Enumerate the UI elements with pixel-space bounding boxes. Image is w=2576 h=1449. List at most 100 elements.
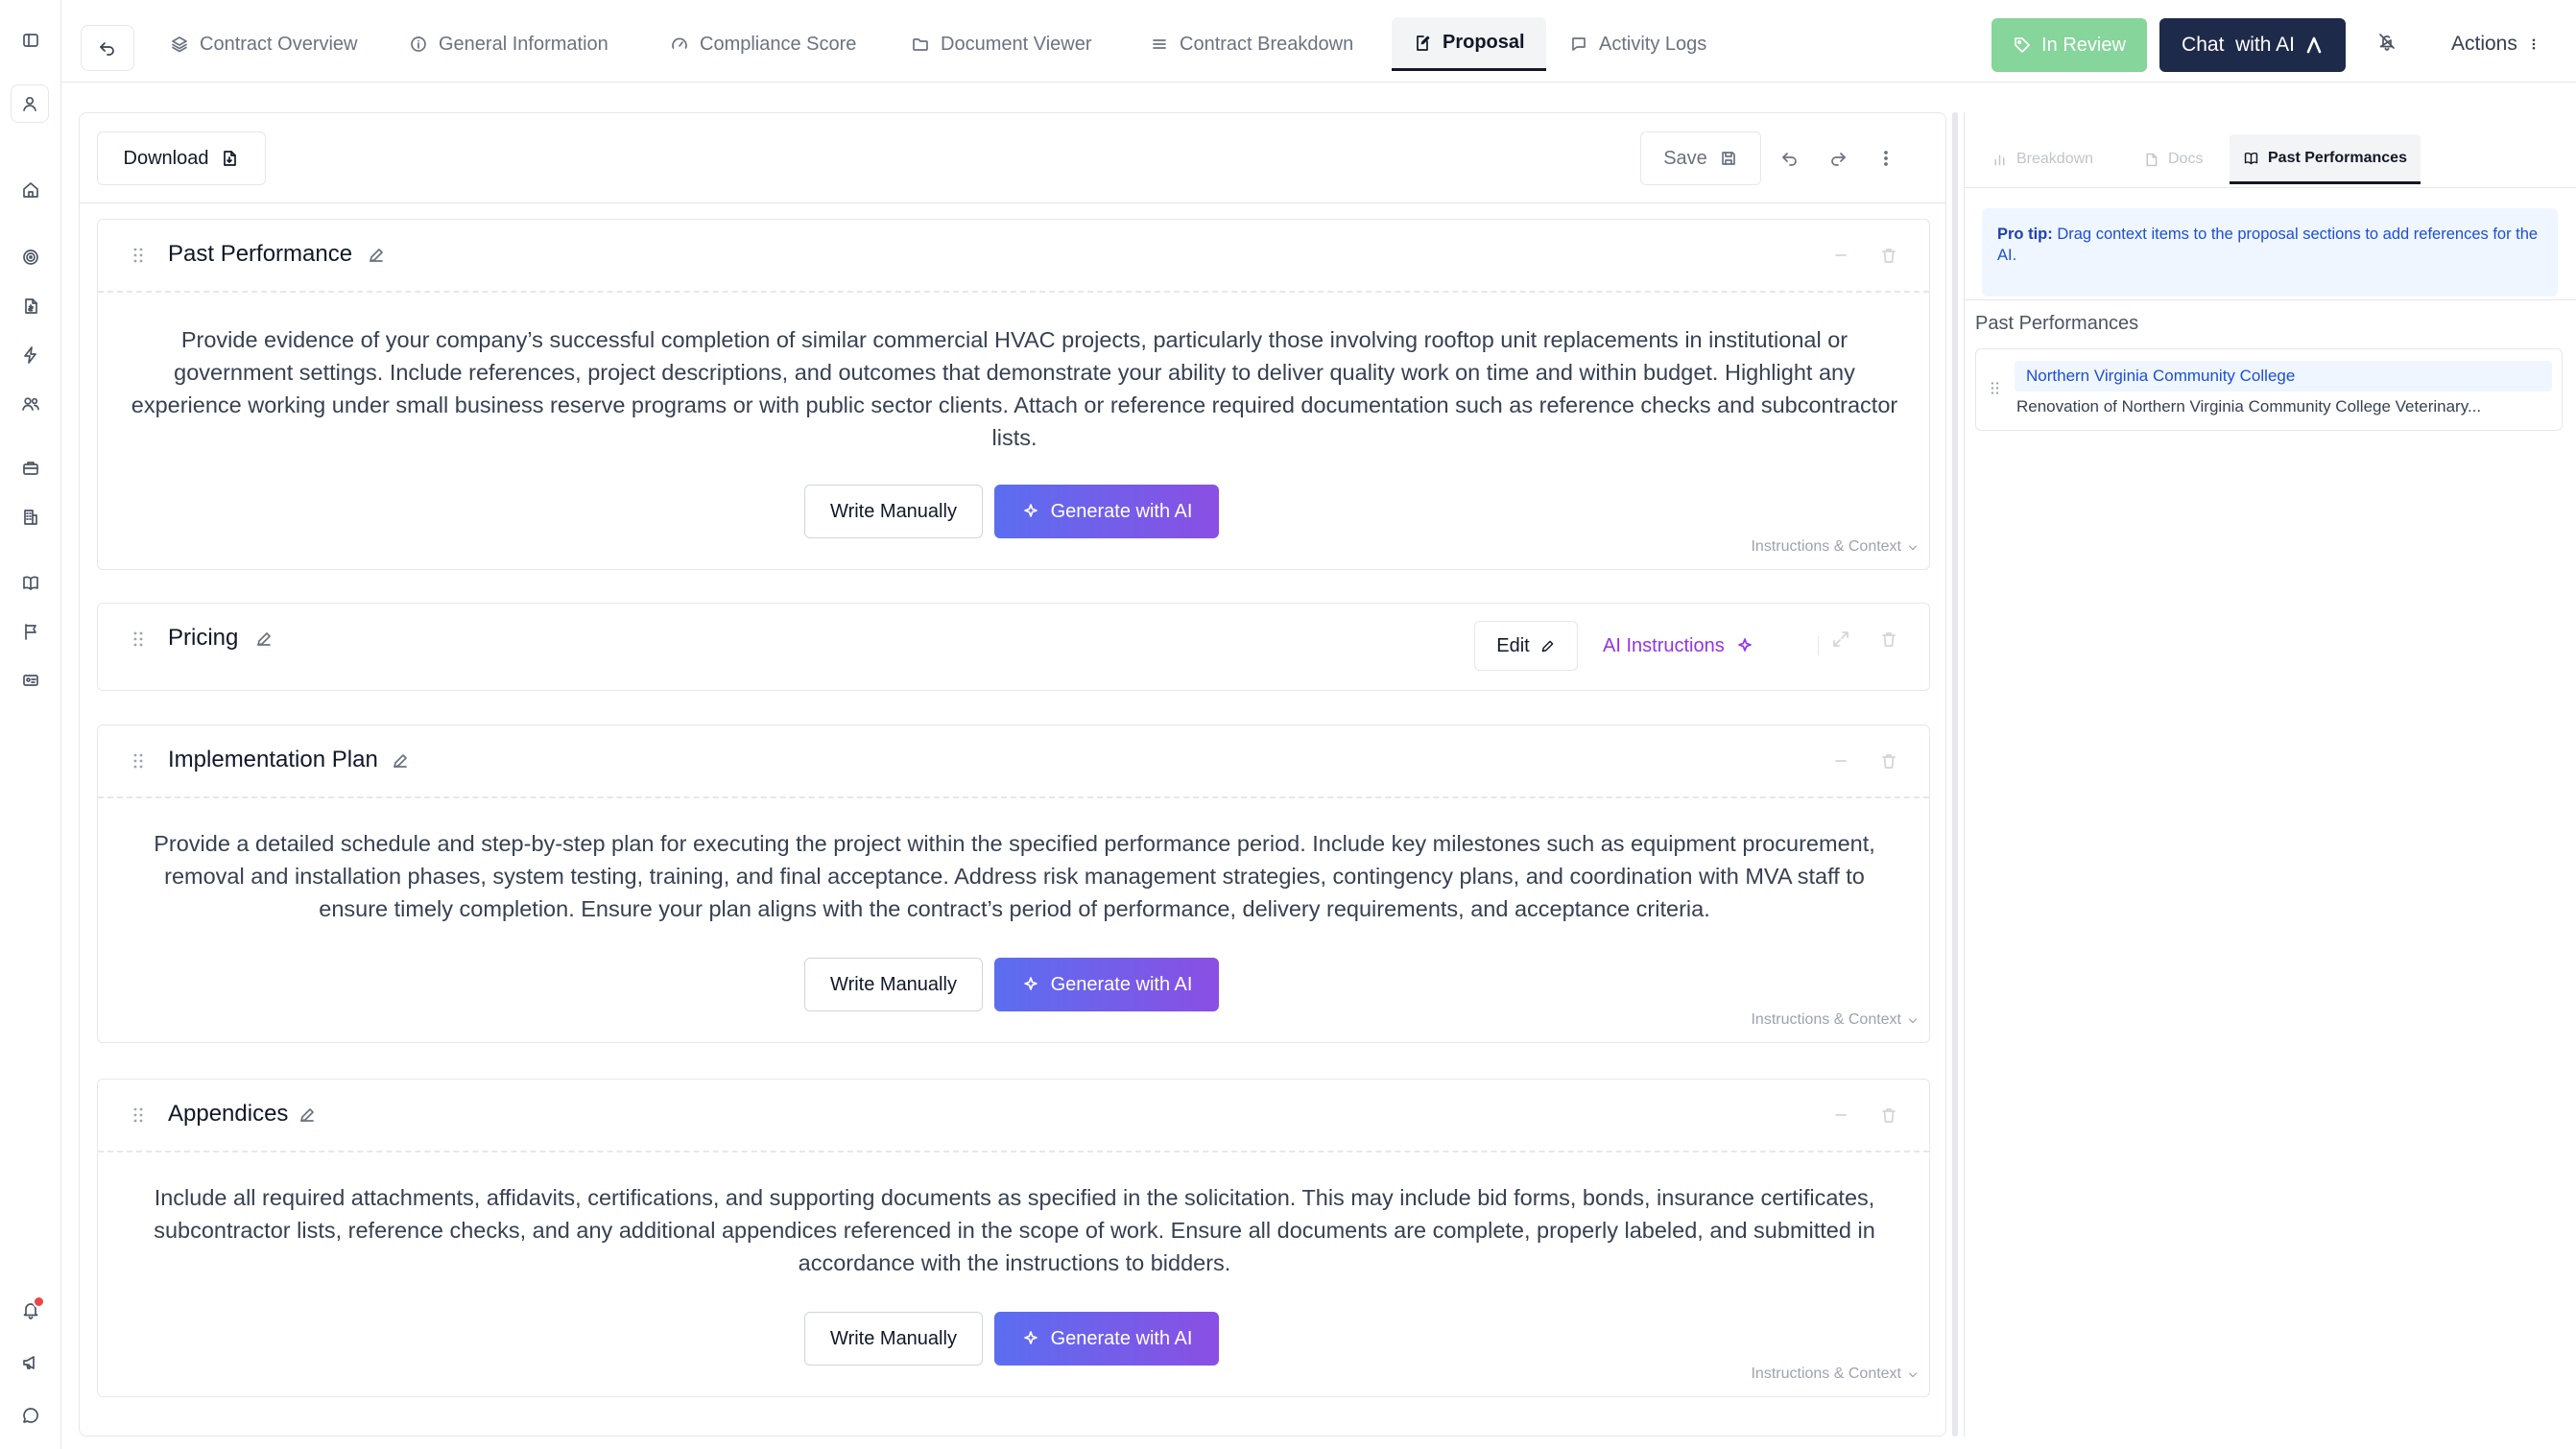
- message-icon: [1572, 37, 1586, 51]
- pencil-icon[interactable]: [298, 1105, 317, 1125]
- tab-proposal[interactable]: Proposal: [1392, 17, 1546, 71]
- pencil-icon[interactable]: [254, 629, 274, 649]
- collapse-icon[interactable]: [1831, 1105, 1850, 1125]
- expand-icon[interactable]: [1831, 629, 1850, 649]
- drag-handle-icon[interactable]: [1987, 380, 2003, 396]
- tab-past-performances[interactable]: Past Performances: [2230, 134, 2421, 184]
- past-performance-title: Northern Virginia Community College: [2015, 361, 2552, 392]
- megaphone-icon[interactable]: [13, 1345, 48, 1380]
- gauge-icon: [672, 37, 687, 49]
- bar-chart-icon: [1994, 154, 2005, 165]
- tab-activity-logs[interactable]: Activity Logs: [1548, 17, 1728, 71]
- trash-icon[interactable]: [1879, 246, 1898, 265]
- section-title: Implementation Plan: [168, 747, 378, 772]
- chat-icon[interactable]: [13, 1398, 48, 1433]
- collapse-icon[interactable]: [1831, 246, 1850, 265]
- drag-handle-icon[interactable]: [129, 246, 148, 265]
- tag-icon: [2015, 37, 2030, 53]
- user-icon[interactable]: [11, 84, 49, 123]
- users-icon[interactable]: [13, 387, 48, 421]
- generate-label: Generate with AI: [1050, 500, 1193, 522]
- ai-instructions-button[interactable]: AI Instructions: [1591, 621, 1766, 671]
- section-description: Provide a detailed schedule and step-by-…: [154, 831, 1875, 921]
- book-icon[interactable]: [13, 565, 48, 600]
- section-divider: [98, 796, 1929, 798]
- folder-icon: [913, 38, 928, 51]
- flag-icon[interactable]: [13, 614, 48, 649]
- bell-off-icon[interactable]: [2377, 32, 2397, 51]
- section-pricing: Pricing Edit AI Instructions: [97, 603, 1930, 691]
- section-description: Provide evidence of your company’s succe…: [131, 327, 1898, 450]
- redo-icon[interactable]: [1828, 149, 1848, 168]
- instructions-context-toggle[interactable]: Instructions & Context: [1751, 1366, 1920, 1383]
- sidebar-toggle-icon[interactable]: [13, 23, 48, 58]
- sparkle-icon: [1023, 1331, 1038, 1344]
- tab-contract-overview[interactable]: Contract Overview: [149, 17, 379, 71]
- write-manually-button[interactable]: Write Manually: [804, 1312, 983, 1366]
- generate-with-ai-button[interactable]: Generate with AI: [994, 958, 1219, 1011]
- section-header: Past Performance: [98, 220, 1929, 291]
- file-dollar-icon[interactable]: [13, 289, 48, 323]
- instructions-label: Instructions & Context: [1751, 1011, 1901, 1028]
- write-manually-button[interactable]: Write Manually: [804, 485, 983, 538]
- home-icon[interactable]: [13, 173, 48, 207]
- chat-with-ai-button[interactable]: Chat with AI: [2159, 18, 2346, 72]
- left-rail: [0, 0, 61, 1449]
- instructions-context-toggle[interactable]: Instructions & Context: [1751, 538, 1920, 556]
- in-review-status-button[interactable]: In Review: [1992, 18, 2147, 72]
- bell-icon[interactable]: [13, 1293, 48, 1327]
- tab-general-information[interactable]: General Information: [388, 17, 630, 71]
- target-icon[interactable]: [13, 240, 48, 274]
- trash-icon[interactable]: [1879, 751, 1898, 771]
- trash-icon[interactable]: [1879, 1105, 1898, 1125]
- id-card-icon[interactable]: [13, 663, 48, 698]
- generate-label: Generate with AI: [1050, 1327, 1193, 1349]
- download-button[interactable]: Download: [97, 131, 266, 185]
- back-button[interactable]: [81, 25, 134, 71]
- drag-handle-icon[interactable]: [129, 629, 148, 649]
- write-manually-button[interactable]: Write Manually: [804, 958, 983, 1011]
- drag-handle-icon[interactable]: [129, 1105, 148, 1125]
- top-bar: Contract Overview General Information Co…: [61, 0, 2576, 83]
- undo-icon[interactable]: [1780, 149, 1800, 168]
- more-vertical-icon: [2532, 38, 2536, 50]
- tab-label: Activity Logs: [1599, 33, 1707, 55]
- pro-tip-label: Pro tip:: [1997, 226, 2053, 243]
- chevron-down-icon: [1908, 1018, 1918, 1023]
- section-divider: [98, 1151, 1929, 1152]
- undo-arrow-icon: [100, 42, 114, 56]
- download-label: Download: [123, 147, 209, 169]
- instructions-context-toggle[interactable]: Instructions & Context: [1751, 1011, 1920, 1029]
- building-icon[interactable]: [13, 500, 48, 534]
- actions-menu[interactable]: Actions: [2451, 33, 2540, 56]
- generate-label: Generate with AI: [1050, 973, 1193, 995]
- more-vertical-icon[interactable]: [1876, 149, 1896, 168]
- tab-breakdown[interactable]: Breakdown: [1978, 134, 2107, 184]
- generate-with-ai-button[interactable]: Generate with AI: [994, 485, 1219, 538]
- instructions-label: Instructions & Context: [1751, 538, 1901, 555]
- trash-icon[interactable]: [1879, 629, 1898, 649]
- save-button[interactable]: Save: [1640, 131, 1761, 185]
- section-title: Pricing: [168, 625, 239, 651]
- briefcase-icon[interactable]: [13, 451, 48, 486]
- file-download-icon: [224, 151, 237, 166]
- sparkle-icon: [1023, 504, 1038, 517]
- pro-tip-text: Drag context items to the proposal secti…: [1997, 226, 2539, 264]
- panel-resize-handle[interactable]: [1952, 112, 1958, 1437]
- tab-docs[interactable]: Docs: [2130, 134, 2216, 184]
- tab-document-viewer[interactable]: Document Viewer: [890, 17, 1112, 71]
- edit-button[interactable]: Edit: [1474, 621, 1578, 671]
- section-header: Implementation Plan: [98, 725, 1929, 796]
- tab-compliance-score[interactable]: Compliance Score: [649, 17, 877, 71]
- collapse-icon[interactable]: [1831, 751, 1850, 771]
- drag-handle-icon[interactable]: [129, 751, 148, 771]
- past-performance-item[interactable]: Northern Virginia Community College Reno…: [1975, 348, 2563, 431]
- generate-with-ai-button[interactable]: Generate with AI: [994, 1312, 1219, 1366]
- lightning-icon[interactable]: [13, 338, 48, 372]
- section-header: Appendices: [98, 1080, 1929, 1151]
- layers-icon: [172, 36, 187, 53]
- tab-contract-breakdown[interactable]: Contract Breakdown: [1129, 17, 1374, 71]
- pencil-icon[interactable]: [367, 246, 386, 265]
- pencil-icon[interactable]: [391, 751, 410, 771]
- past-performances-heading: Past Performances: [1975, 313, 2139, 334]
